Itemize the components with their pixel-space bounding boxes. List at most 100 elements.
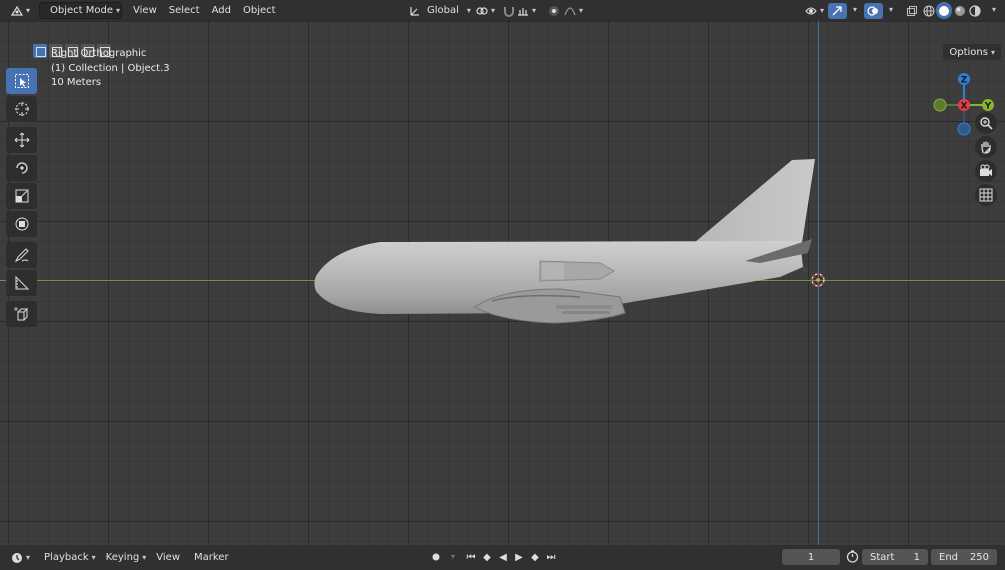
- gizmo-y-label: Y: [984, 102, 992, 112]
- falloff-selector[interactable]: ▾: [559, 2, 588, 19]
- tool-add-cube[interactable]: [6, 301, 37, 327]
- shading-rendered-button[interactable]: [967, 2, 983, 19]
- overlays-toggle[interactable]: [864, 2, 883, 19]
- chevron-down-icon: ▾: [26, 553, 31, 562]
- chevron-down-icon: ▾: [116, 6, 121, 15]
- scale-info: 10 Meters: [51, 77, 102, 88]
- tool-scale[interactable]: [6, 183, 37, 209]
- perspective-toggle-button[interactable]: [975, 184, 997, 206]
- viewport-header: ▾ Object Mode ▾ View Select Add Object G…: [0, 0, 1005, 21]
- menu-object[interactable]: Object: [238, 2, 281, 19]
- overlays-icon: [867, 5, 878, 16]
- move-arrows-icon: [14, 132, 29, 148]
- chevron-down-icon: ▾: [579, 6, 584, 15]
- neg-z-axis-dot: [957, 122, 971, 136]
- current-frame-value: 1: [807, 551, 815, 563]
- transform-orientation-label: Global: [427, 5, 459, 16]
- menu-keying[interactable]: Keying ▾: [101, 549, 152, 566]
- chevron-down-icon: ▾: [26, 6, 31, 15]
- ruler-icon: [15, 275, 29, 290]
- record-dropdown-chevron-icon[interactable]: ▾: [451, 552, 455, 561]
- menu-keying-label: Keying: [105, 552, 140, 563]
- snap-target-selector[interactable]: ▾: [512, 2, 541, 19]
- magnifier-icon: [980, 117, 993, 130]
- tool-transform[interactable]: [6, 211, 37, 237]
- collection-info: (1) Collection | Object.3: [51, 62, 170, 74]
- end-frame-field[interactable]: End 250: [931, 549, 997, 565]
- menu-view[interactable]: View: [128, 2, 162, 19]
- gizmo-x-label: X: [961, 102, 968, 112]
- shading-material-button[interactable]: [952, 2, 968, 19]
- wireframe-sphere-icon: [923, 5, 935, 16]
- chevron-down-icon: ▾: [91, 553, 96, 562]
- rotate-icon: [15, 162, 28, 174]
- eye-icon: [805, 6, 817, 15]
- jump-keyframe-back-button[interactable]: ◆: [480, 550, 494, 564]
- material-sphere-icon: [955, 5, 965, 16]
- tool-select-box[interactable]: [6, 68, 37, 94]
- chevron-down-icon: ▾: [820, 6, 825, 15]
- xray-icon: [907, 5, 917, 16]
- scale-icon: [15, 189, 28, 203]
- options-dropdown[interactable]: Options ▾: [943, 44, 1001, 60]
- editor-type-selector[interactable]: ▾: [6, 2, 35, 19]
- clock-icon: [12, 552, 22, 563]
- start-frame-field[interactable]: Start 1: [862, 549, 928, 565]
- neg-y-axis-dot: [933, 98, 947, 112]
- solid-sphere-icon: [939, 5, 949, 16]
- start-frame-label: Start: [870, 551, 895, 563]
- play-reverse-button[interactable]: ◀: [496, 550, 510, 564]
- menu-playback[interactable]: Playback ▾: [39, 549, 101, 566]
- select-new-button[interactable]: [33, 44, 47, 58]
- end-frame-value: 250: [969, 551, 989, 563]
- stopwatch-icon[interactable]: [846, 550, 859, 563]
- orientation-axes-icon: [410, 6, 419, 16]
- gizmo-dropdown-chevron-icon[interactable]: ▾: [853, 5, 857, 14]
- pivot-point-selector[interactable]: ▾: [471, 2, 500, 19]
- view-name: Right Orthographic: [51, 48, 147, 59]
- mode-selector[interactable]: Object Mode ▾: [39, 2, 123, 19]
- tool-rotate[interactable]: [6, 155, 37, 181]
- chevron-down-icon: ▾: [532, 6, 537, 15]
- 3d-viewport[interactable]: Right Orthographic (1) Collection | Obje…: [0, 21, 1005, 545]
- menu-select[interactable]: Select: [164, 2, 205, 19]
- camera-view-button[interactable]: [975, 160, 997, 182]
- select-cursor-icon: [14, 74, 29, 88]
- tool-cursor[interactable]: [6, 96, 37, 122]
- start-frame-value: 1: [913, 551, 920, 563]
- jump-end-button[interactable]: ⏭: [544, 550, 558, 564]
- zoom-button[interactable]: [975, 112, 997, 134]
- tool-move[interactable]: [6, 127, 37, 153]
- 3d-cursor-icon: [14, 102, 29, 116]
- editor-type-icon: [11, 5, 23, 16]
- overlays-dropdown-chevron-icon[interactable]: ▾: [889, 5, 893, 14]
- tool-measure[interactable]: [6, 270, 37, 296]
- gizmo-toggle[interactable]: [828, 2, 847, 19]
- menu-add[interactable]: Add: [207, 2, 236, 19]
- snap-increment-icon: [518, 7, 528, 16]
- shading-solid-button[interactable]: [936, 2, 952, 19]
- pivot-link-icon: [476, 6, 488, 15]
- visibility-selector[interactable]: ▾: [800, 2, 829, 19]
- current-frame-field[interactable]: 1: [782, 549, 840, 565]
- tool-annotate[interactable]: [6, 242, 37, 268]
- rendered-sphere-icon: [969, 4, 981, 17]
- options-label: Options: [949, 46, 988, 58]
- shading-dropdown-chevron-icon[interactable]: ▾: [992, 5, 996, 14]
- airplane-model[interactable]: [0, 21, 1005, 545]
- gizmo-z-label: Z: [961, 76, 968, 86]
- pan-button[interactable]: [975, 136, 997, 158]
- shading-wireframe-button[interactable]: [921, 2, 937, 19]
- play-button[interactable]: ▶: [512, 550, 526, 564]
- add-cube-icon: [13, 307, 28, 321]
- record-button[interactable]: [429, 550, 443, 564]
- end-frame-label: End: [939, 551, 959, 563]
- xray-toggle[interactable]: [901, 2, 923, 19]
- menu-timeline-view[interactable]: View: [151, 549, 185, 566]
- jump-keyframe-forward-button[interactable]: ◆: [528, 550, 542, 564]
- timeline-editor-type[interactable]: ▾: [6, 549, 35, 566]
- transform-orientation-selector[interactable]: Global ▾: [404, 2, 476, 19]
- menu-marker[interactable]: Marker: [189, 549, 234, 566]
- mode-label: Object Mode: [50, 5, 114, 16]
- jump-start-button[interactable]: ⏮: [464, 550, 478, 564]
